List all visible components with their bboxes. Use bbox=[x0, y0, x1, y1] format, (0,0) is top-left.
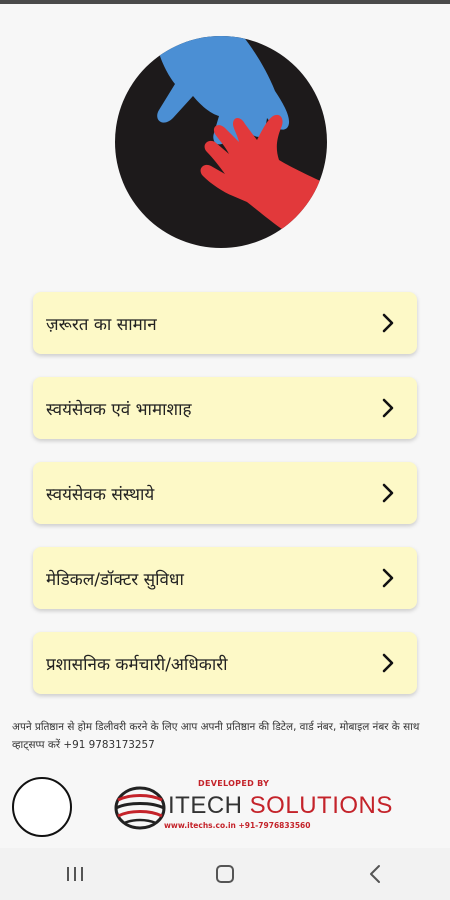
menu-item-label: ज़रूरत का सामान bbox=[46, 314, 157, 335]
menu-item-label: प्रशासनिक कर्मचारी/अधिकारी bbox=[46, 654, 228, 675]
developed-by-label: DEVELOPED BY bbox=[198, 779, 270, 788]
home-delivery-info-text: अपने प्रतिष्ठान से होम डिलीवरी करने के ल… bbox=[12, 721, 420, 751]
company-name: ITECH SOLUTIONS bbox=[168, 792, 393, 819]
menu-item-label: स्वयंसेवक एवं भामाशाह bbox=[46, 399, 192, 420]
menu-item-administrative-staff[interactable]: प्रशासनिक कर्मचारी/अधिकारी bbox=[33, 632, 417, 694]
developer-logo: DEVELOPED BY ITECH SOLUTIONS www.itechs.… bbox=[112, 776, 392, 834]
menu-item-medical-doctor[interactable]: मेडिकल/डॉक्टर सुविधा bbox=[33, 547, 417, 609]
status-bar bbox=[0, 0, 450, 4]
helping-hands-logo bbox=[115, 36, 327, 248]
home-icon[interactable] bbox=[205, 854, 245, 894]
globe-icon bbox=[114, 786, 166, 830]
menu-item-essentials[interactable]: ज़रूरत का सामान bbox=[33, 292, 417, 354]
chevron-right-icon bbox=[379, 567, 397, 589]
circle-button[interactable] bbox=[12, 777, 72, 837]
helping-hands-icon bbox=[154, 36, 327, 236]
company-contact: www.itechs.co.in +91-7976833560 bbox=[164, 821, 311, 830]
system-navigation-bar bbox=[0, 848, 450, 900]
menu-item-volunteers-donors[interactable]: स्वयंसेवक एवं भामाशाह bbox=[33, 377, 417, 439]
chevron-right-icon bbox=[379, 482, 397, 504]
menu-item-label: मेडिकल/डॉक्टर सुविधा bbox=[46, 569, 184, 590]
chevron-right-icon bbox=[379, 652, 397, 674]
menu-item-label: स्वयंसेवक संस्थाये bbox=[46, 484, 155, 505]
menu-item-volunteer-organizations[interactable]: स्वयंसेवक संस्थाये bbox=[33, 462, 417, 524]
chevron-right-icon bbox=[379, 312, 397, 334]
recent-apps-icon[interactable] bbox=[55, 854, 95, 894]
back-icon[interactable] bbox=[355, 854, 395, 894]
chevron-right-icon bbox=[379, 397, 397, 419]
